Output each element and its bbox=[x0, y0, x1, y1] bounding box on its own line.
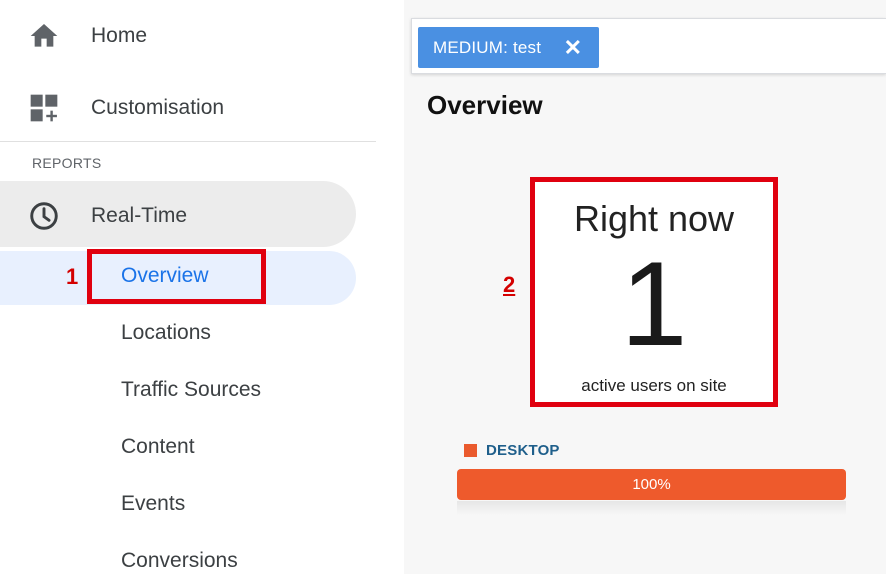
desktop-swatch bbox=[464, 444, 477, 457]
dashboard-add-icon bbox=[30, 94, 58, 122]
sidebar-item-home-label: Home bbox=[91, 24, 148, 47]
bar-shadow bbox=[457, 501, 846, 515]
desktop-share-bar: 100% bbox=[457, 469, 846, 500]
right-now-title: Right now bbox=[573, 198, 735, 239]
page-title: Overview bbox=[427, 90, 543, 120]
sidebar-divider bbox=[0, 141, 376, 142]
home-icon bbox=[30, 24, 58, 47]
sidebar-item-conversions[interactable]: Conversions bbox=[121, 549, 238, 573]
sidebar-item-content[interactable]: Content bbox=[121, 435, 195, 459]
sidebar-item-traffic-sources[interactable]: Traffic Sources bbox=[121, 378, 261, 402]
device-legend-label: DESKTOP bbox=[486, 442, 560, 459]
sidebar-item-realtime-label: Real-Time bbox=[91, 204, 188, 227]
filter-chip[interactable]: MEDIUM: test ✕ bbox=[418, 27, 599, 68]
close-icon[interactable]: ✕ bbox=[564, 36, 582, 59]
sidebar: Home Customisation REPORTS Real-Time Ove… bbox=[0, 0, 404, 574]
overview-highlight-box bbox=[87, 249, 266, 304]
sidebar-item-events[interactable]: Events bbox=[121, 492, 185, 516]
active-users-caption: active users on site bbox=[581, 376, 727, 395]
sidebar-item-customisation-label: Customisation bbox=[91, 96, 225, 119]
filter-chip-label: MEDIUM: test bbox=[433, 37, 542, 57]
desktop-share-label: 100% bbox=[632, 476, 671, 493]
clock-icon bbox=[30, 202, 58, 230]
active-users-count: 1 bbox=[620, 237, 688, 371]
reports-section-label: REPORTS bbox=[32, 155, 102, 171]
right-now-card: Right now 1 active users on site bbox=[530, 177, 778, 407]
device-legend: DESKTOP bbox=[464, 442, 560, 459]
annotation-one: 1 bbox=[66, 264, 79, 289]
annotation-two: 2 bbox=[503, 272, 516, 297]
sidebar-item-locations[interactable]: Locations bbox=[121, 321, 211, 345]
